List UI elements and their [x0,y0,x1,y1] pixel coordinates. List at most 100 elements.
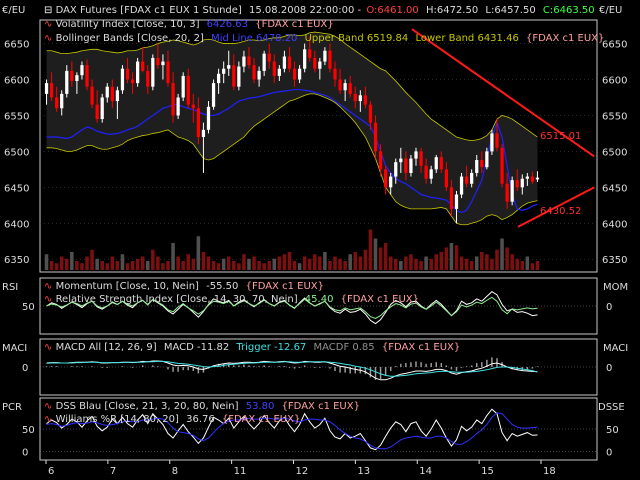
macd-trigger: Trigger -12.67 [235,342,306,353]
currency-right: €/EU [599,5,622,16]
y-tick-label-left: 6550 [4,111,29,122]
x-tick-label: 6 [48,466,54,477]
y-tick-label-right: 6400 [602,219,627,230]
candle-up [201,129,206,138]
momentum-symbol: {FDAX c1 EUX} [246,281,324,292]
candle-up [105,86,109,98]
bollinger-symbol: {FDAX c1 EUX} [526,33,604,44]
momentum-value: -55.50 [206,281,238,292]
candle-down [70,70,74,81]
candle-up [227,65,231,69]
dss-value: 53.80 [246,401,275,412]
volume-bar [388,256,393,270]
candle-up [257,70,261,80]
volume-bar [414,258,418,270]
volume-bar [419,261,423,270]
candle-down [130,79,135,84]
candle-up [282,56,287,69]
timestamp: 15.08.2008 22:00:00 - [249,5,362,16]
candle-down [515,180,519,188]
volume-bar [176,256,180,270]
x-tick-label: 14 [419,466,432,477]
candle-down [267,53,271,62]
candle-down [449,187,454,209]
volume-bar [54,263,59,270]
candle-down [444,169,448,188]
y-tick-label-right: 6650 [602,40,627,51]
bollinger-upper: Upper Band 6519.84 [305,33,409,44]
candle-down [292,68,297,80]
sub-tick-right: 0 [606,363,612,374]
candle-up [120,68,125,91]
volatility-legend[interactable]: ∿ Volatility Index [Close, 10, 3] 6426.6… [44,19,334,30]
candle-up [358,95,362,102]
volume-bar [525,256,530,270]
volume-bar [333,256,337,270]
volume-bar [434,254,439,270]
volume-bar [75,261,79,270]
candle-down [464,176,469,184]
ohlc-open: O:6461.00 [366,5,418,16]
volume-bar [454,245,459,270]
ohlc-close: C:6463.50 [543,5,595,16]
volume-bar [145,261,150,270]
rsi-legend[interactable]: ∿ Relative Strength Index [Close, 14, 30… [44,294,419,305]
y-tick-label-left: 6500 [4,147,29,158]
y-tick-label-right: 6600 [602,76,627,87]
dss-label: DSS Blau [Close, 21, 3, 20, 80, Nein] [56,401,239,412]
y-tick-label-left: 6650 [4,40,29,51]
dss-legend[interactable]: ∿ DSS Blau [Close, 21, 3, 20, 80, Nein] … [44,401,360,412]
macd-legend[interactable]: ∿ MACD All [12, 26, 9] MACD -11.82 Trigg… [44,342,460,353]
collapse-icon[interactable]: ⊟ [44,5,56,16]
sub-tick-right: 50 [606,425,619,436]
candle-up [394,162,398,177]
williams-legend[interactable]: ∿ Williams %R [14, 80, 20] 36.76 {FDAX c… [44,414,300,425]
macd-diff: MACDF 0.85 [313,342,374,353]
candle-down [373,122,378,152]
volume-bar [292,261,297,270]
volume-bar [373,238,378,270]
ohlc-low: L:6457.50 [485,5,535,16]
candle-down [308,49,312,58]
volume-bar [120,254,125,270]
volume-bar [469,261,474,270]
momentum-legend[interactable]: ∿ Momentum [Close, 10, Nein] -55.50 {FDA… [44,281,324,292]
candle-up [510,180,514,202]
candle-up [115,90,120,102]
maci-side-label-right: MACI [603,343,628,354]
candle-up [206,106,211,130]
pcr-side-label: PCR [2,402,22,413]
candle-up [318,61,322,69]
volume-bar [196,236,201,270]
trading-chart[interactable]: 6350 63506400 64006450 64506500 65006550 6550… [0,0,640,480]
candle-down [495,133,499,148]
candle-up [80,65,84,76]
volume-bar [318,256,322,270]
volume-bar [59,256,64,270]
candle-down [368,104,373,123]
volume-bar [140,256,145,270]
bollinger-legend[interactable]: ∿ Bollinger Bands [Close, 20, 2] Mid Lin… [44,33,604,44]
volume-bar [378,247,383,270]
candle-down [378,151,383,170]
volume-bar [90,249,94,270]
volume-bar [444,247,449,270]
volume-bar [221,258,226,270]
volume-bar [429,258,433,270]
volume-bar [530,263,535,270]
candle-down [363,95,368,105]
candle-up [434,157,438,170]
volume-bar [166,261,170,270]
volume-bar [156,256,160,270]
candle-up [409,158,413,173]
rsi-value: 45.40 [305,294,334,305]
volatility-symbol: {FDAX c1 EUX} [255,19,333,30]
candle-up [216,73,221,84]
candle-down [287,56,292,69]
candle-up [44,83,49,94]
volume-bar [399,261,403,270]
candle-down [353,93,357,102]
x-tick-label: 8 [172,466,178,477]
candle-down [272,61,276,76]
candle-up [475,160,479,173]
